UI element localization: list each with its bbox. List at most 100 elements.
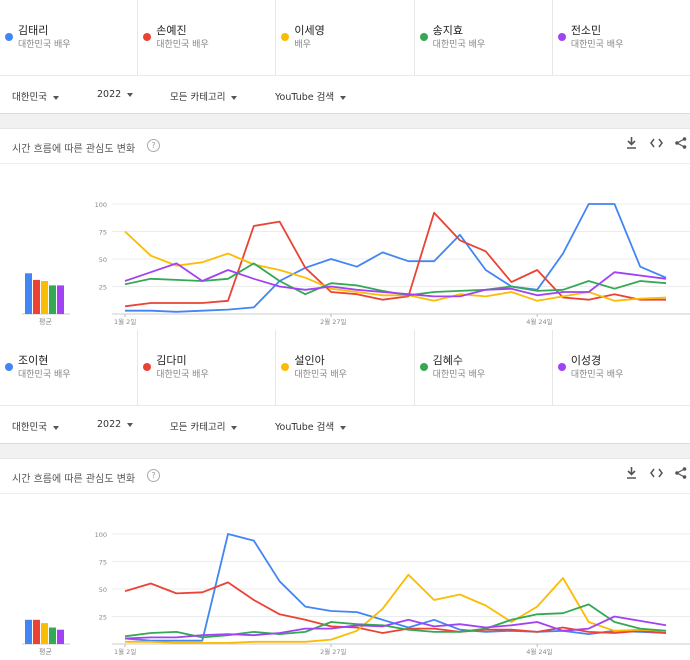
share-icon[interactable] [675, 137, 687, 152]
term-name: 김태리 [18, 24, 49, 37]
filter-year-label: 2022 [97, 89, 122, 100]
filter-category-label: 모든 카테고리 [170, 92, 226, 103]
series-color-dot [5, 33, 13, 41]
help-icon[interactable]: ? [147, 469, 160, 482]
term-name: 이성경 [570, 354, 602, 367]
search-term-card[interactable]: 이성경 대한민국 배우 [553, 330, 690, 405]
term-name: 이세영 [294, 24, 325, 37]
chevron-down-icon [52, 425, 59, 430]
term-name: 전소민 [570, 24, 602, 37]
filter-region-label: 대한민국 [12, 92, 47, 103]
filter-category-label: 모든 카테고리 [170, 422, 226, 433]
interest-over-time-chart[interactable]: 25 50 75 100 1월 2일 2월 27일 4월 24일 [0, 520, 690, 660]
series-color-dot [5, 363, 13, 371]
help-icon[interactable]: ? [147, 139, 160, 152]
search-term-card[interactable]: 손예진 대한민국 배우 [138, 0, 277, 75]
x-tick-label: 1월 2일 [114, 647, 136, 656]
section-title: 시간 흐름에 따른 관심도 변화 [12, 144, 136, 155]
section-rule [0, 493, 690, 494]
search-term-card[interactable]: 조이현 대한민국 배우 [0, 330, 139, 405]
average-bar [57, 629, 64, 644]
term-subtitle: 대한민국 배우 [156, 40, 209, 50]
y-tick-label: 100 [95, 201, 107, 209]
y-tick-label: 50 [99, 256, 107, 264]
average-bar [25, 619, 32, 644]
term-name: 김혜수 [432, 354, 463, 367]
share-icon[interactable] [675, 467, 687, 482]
section-divider [0, 113, 690, 129]
search-term-card[interactable]: 김태리 대한민국 배우 [0, 0, 139, 75]
filter-category-dropdown[interactable]: 모든 카테고리 [170, 89, 238, 103]
search-term-card[interactable]: 설인아 대한민국 배우 [276, 330, 415, 405]
trends-panel-2: 조이현 대한민국 배우 김다미 대한민국 배우 설인아 대한민국 배우 김혜수 … [0, 330, 690, 660]
search-term-card[interactable]: 김다미 대한민국 배우 [138, 330, 277, 405]
term-subtitle: 대한민국 배우 [570, 40, 624, 50]
y-tick-label: 75 [99, 229, 107, 237]
term-name: 설인아 [294, 354, 325, 367]
series-line [124, 230, 667, 302]
term-subtitle: 대한민국 배우 [570, 370, 624, 380]
search-terms-bar: 김태리 대한민국 배우 손예진 대한민국 배우 이세영 배우 송지효 대한민국 … [0, 0, 690, 76]
section-divider [0, 443, 690, 459]
section-rule [0, 163, 690, 164]
series-color-dot [143, 363, 152, 371]
term-name: 조이현 [18, 354, 49, 367]
filter-region-dropdown[interactable]: 대한민국 [12, 419, 59, 433]
search-term-card[interactable]: 김혜수 대한민국 배우 [415, 330, 553, 405]
series-color-dot [281, 363, 290, 371]
filter-source-dropdown[interactable]: YouTube 검색 [275, 89, 347, 103]
x-tick-label: 4월 24일 [526, 317, 552, 326]
average-bar [33, 279, 40, 314]
term-subtitle: 대한민국 배우 [432, 40, 486, 50]
interest-over-time-chart[interactable]: 25 50 75 100 1월 2일 2월 27일 4월 24일 [0, 190, 690, 330]
embed-icon[interactable] [650, 137, 663, 152]
series-line [124, 533, 667, 642]
average-bar [25, 273, 32, 314]
y-tick-label: 25 [99, 614, 107, 622]
search-term-card[interactable]: 이세영 배우 [276, 0, 415, 75]
filter-bar: 대한민국 2022 모든 카테고리 YouTube 검색 [0, 406, 690, 444]
series-color-dot [143, 33, 152, 41]
chevron-down-icon [52, 95, 59, 100]
x-tick-label: 1월 2일 [114, 317, 136, 326]
average-bar [49, 285, 56, 314]
search-term-card[interactable]: 송지효 대한민국 배우 [415, 0, 553, 75]
filter-region-dropdown[interactable]: 대한민국 [12, 89, 59, 103]
trends-panel-1: 김태리 대한민국 배우 손예진 대한민국 배우 이세영 배우 송지효 대한민국 … [0, 0, 690, 330]
term-subtitle: 배우 [294, 40, 311, 50]
filter-region-label: 대한민국 [12, 422, 47, 433]
chevron-down-icon [231, 95, 238, 100]
average-bar [57, 285, 64, 314]
average-bar [33, 619, 40, 644]
search-term-card[interactable]: 전소민 대한민국 배우 [553, 0, 690, 75]
series-line [124, 262, 667, 298]
series-color-dot [281, 33, 290, 41]
filter-category-dropdown[interactable]: 모든 카테고리 [170, 419, 238, 433]
term-name: 손예진 [156, 24, 187, 37]
term-subtitle: 대한민국 배우 [156, 370, 209, 380]
term-name: 김다미 [156, 354, 187, 367]
chevron-down-icon [127, 422, 134, 427]
term-subtitle: 대한민국 배우 [432, 370, 486, 380]
download-icon[interactable] [626, 467, 637, 482]
term-name: 송지효 [432, 24, 463, 37]
y-tick-label: 100 [95, 531, 107, 539]
filter-source-dropdown[interactable]: YouTube 검색 [275, 419, 347, 433]
chevron-down-icon [340, 425, 347, 430]
filter-year-dropdown[interactable]: 2022 [97, 419, 134, 430]
download-icon[interactable] [626, 137, 637, 152]
x-tick-label: 2월 27일 [320, 317, 346, 326]
term-subtitle: 대한민국 배우 [18, 40, 71, 50]
series-color-dot [419, 363, 428, 371]
x-tick-label: 4월 24일 [526, 647, 552, 656]
chevron-down-icon [231, 425, 238, 430]
y-tick-label: 25 [99, 284, 107, 292]
filter-year-dropdown[interactable]: 2022 [97, 89, 134, 100]
average-bar [49, 627, 56, 644]
chevron-down-icon [127, 92, 134, 97]
y-tick-label: 75 [99, 559, 107, 567]
embed-icon[interactable] [650, 467, 663, 482]
term-subtitle: 대한민국 배우 [294, 370, 347, 380]
chevron-down-icon [340, 95, 347, 100]
y-tick-label: 50 [99, 586, 107, 594]
